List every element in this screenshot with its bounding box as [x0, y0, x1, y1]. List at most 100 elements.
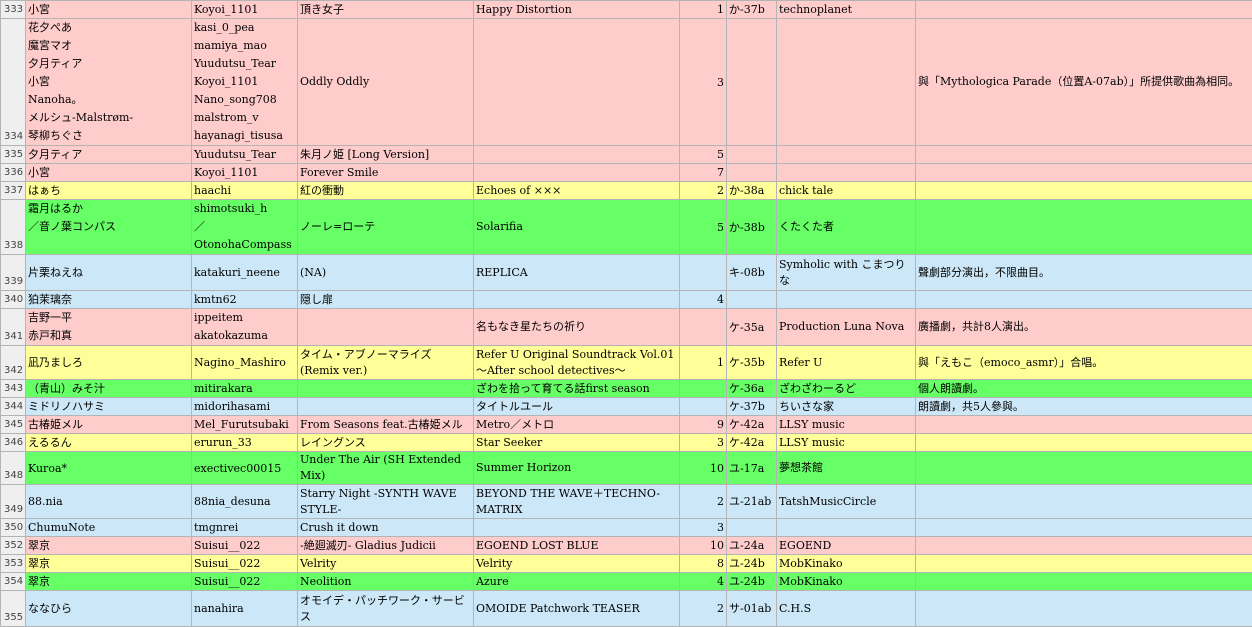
booth-cell[interactable]: ケ-42a [727, 416, 777, 434]
release-cell[interactable]: Azure [474, 573, 680, 591]
account-cell[interactable]: Suisui__022 [192, 555, 298, 573]
circle-cell[interactable]: くたくた者 [777, 200, 916, 255]
circle-cell[interactable]: EGOEND [777, 537, 916, 555]
account-cell[interactable]: Yuudutsu_Tear [192, 146, 298, 164]
note-cell[interactable] [916, 519, 1252, 537]
song-title-cell[interactable]: Neolition [298, 573, 474, 591]
song-title-cell[interactable]: 紅の衝動 [298, 182, 474, 200]
row-number-cell[interactable]: 342 [1, 346, 26, 380]
circle-cell[interactable]: Production Luna Nova [777, 309, 916, 346]
table-row[interactable]: 336小宮Koyoi_1101Forever Smile7 [1, 164, 1252, 182]
row-number-cell[interactable]: 339 [1, 255, 26, 291]
artist-cell[interactable]: 88.nia [26, 485, 192, 519]
account-cell[interactable]: exectivec00015 [192, 452, 298, 485]
table-row[interactable]: 350ChumuNotetmgnreiCrush it down3 [1, 519, 1252, 537]
table-row[interactable]: 339片栗ねえねkatakuri_neene(NA)REPLICAキ-08bSy… [1, 255, 1252, 291]
table-row[interactable]: 334花夕ぺあ 魔宮マオ 夕月ティア 小宮 Nanoha。 メルシュ-Malst… [1, 19, 1252, 146]
note-cell[interactable] [916, 416, 1252, 434]
note-cell[interactable]: 朗讀劇，共5人參與。 [916, 398, 1252, 416]
row-number-cell[interactable]: 341 [1, 309, 26, 346]
song-title-cell[interactable]: Forever Smile [298, 164, 474, 182]
row-number-cell[interactable]: 343 [1, 380, 26, 398]
booth-cell[interactable]: か-38b [727, 200, 777, 255]
account-cell[interactable]: midorihasami [192, 398, 298, 416]
table-row[interactable]: 354翠京Suisui__022NeolitionAzure4ユ-24bMobK… [1, 573, 1252, 591]
count-cell[interactable]: 2 [680, 485, 727, 519]
row-number-cell[interactable]: 334 [1, 19, 26, 146]
count-cell[interactable] [680, 398, 727, 416]
circle-cell[interactable]: LLSY music [777, 434, 916, 452]
account-cell[interactable]: Suisui__022 [192, 573, 298, 591]
release-cell[interactable]: Happy Distortion [474, 1, 680, 19]
circle-cell[interactable]: C.H.S [777, 591, 916, 627]
note-cell[interactable] [916, 573, 1252, 591]
account-cell[interactable]: Koyoi_1101 [192, 164, 298, 182]
booth-cell[interactable]: サ-01ab [727, 591, 777, 627]
account-cell[interactable]: Suisui__022 [192, 537, 298, 555]
artist-cell[interactable]: 花夕ぺあ 魔宮マオ 夕月ティア 小宮 Nanoha。 メルシュ-Malstrøm… [26, 19, 192, 146]
note-cell[interactable] [916, 537, 1252, 555]
row-number-cell[interactable]: 355 [1, 591, 26, 627]
release-cell[interactable] [474, 146, 680, 164]
account-cell[interactable]: tmgnrei [192, 519, 298, 537]
artist-cell[interactable]: 片栗ねえね [26, 255, 192, 291]
account-cell[interactable]: Koyoi_1101 [192, 1, 298, 19]
circle-cell[interactable] [777, 519, 916, 537]
table-row[interactable]: 346えるるんerurun_33レイングンスStar Seeker3ケ-42aL… [1, 434, 1252, 452]
artist-cell[interactable]: 翠京 [26, 537, 192, 555]
circle-cell[interactable] [777, 146, 916, 164]
count-cell[interactable]: 2 [680, 182, 727, 200]
row-number-cell[interactable]: 340 [1, 291, 26, 309]
artist-cell[interactable]: （青山）みそ汁 [26, 380, 192, 398]
artist-cell[interactable]: 小宮 [26, 1, 192, 19]
count-cell[interactable] [680, 380, 727, 398]
song-title-cell[interactable]: (NA) [298, 255, 474, 291]
note-cell[interactable]: 與「Mythologica Parade（位置A-07ab）」所提供歌曲為相同。 [916, 19, 1252, 146]
count-cell[interactable]: 10 [680, 537, 727, 555]
table-row[interactable]: 341吉野一平 赤戸和真ippeitem akatokazuma名もなき星たちの… [1, 309, 1252, 346]
circle-cell[interactable]: MobKinako [777, 555, 916, 573]
booth-cell[interactable]: キ-08b [727, 255, 777, 291]
release-cell[interactable]: Echoes of ××× [474, 182, 680, 200]
song-title-cell[interactable] [298, 380, 474, 398]
account-cell[interactable]: erurun_33 [192, 434, 298, 452]
booth-cell[interactable]: ケ-36a [727, 380, 777, 398]
table-row[interactable]: 333小宮Koyoi_1101頂き女子Happy Distortion1か-37… [1, 1, 1252, 19]
table-row[interactable]: 343（青山）みそ汁mitirakaraざわを拾って育てる話first seas… [1, 380, 1252, 398]
table-row[interactable]: 340狛茉璃奈kmtn62隠し扉4 [1, 291, 1252, 309]
table-row[interactable]: 355ななひらnanahiraオモイデ・パッチワーク・サービスOMOIDE Pa… [1, 591, 1252, 627]
count-cell[interactable]: 4 [680, 573, 727, 591]
circle-cell[interactable]: technoplanet [777, 1, 916, 19]
account-cell[interactable]: 88nia_desuna [192, 485, 298, 519]
table-row[interactable]: 348Kuroa*exectivec00015Under The Air (SH… [1, 452, 1252, 485]
note-cell[interactable]: 聲劇部分演出，不限曲目。 [916, 255, 1252, 291]
booth-cell[interactable]: か-37b [727, 1, 777, 19]
account-cell[interactable]: ippeitem akatokazuma [192, 309, 298, 346]
count-cell[interactable]: 2 [680, 591, 727, 627]
circle-cell[interactable] [777, 19, 916, 146]
artist-cell[interactable]: ななひら [26, 591, 192, 627]
song-title-cell[interactable]: From Seasons feat.古椿姫メル [298, 416, 474, 434]
count-cell[interactable]: 5 [680, 200, 727, 255]
artist-cell[interactable]: 狛茉璃奈 [26, 291, 192, 309]
booth-cell[interactable] [727, 19, 777, 146]
count-cell[interactable]: 8 [680, 555, 727, 573]
note-cell[interactable] [916, 164, 1252, 182]
release-cell[interactable]: OMOIDE Patchwork TEASER [474, 591, 680, 627]
count-cell[interactable] [680, 309, 727, 346]
table-row[interactable]: 337はぁちhaachi紅の衝動Echoes of ×××2か-38achick… [1, 182, 1252, 200]
song-title-cell[interactable]: オモイデ・パッチワーク・サービス [298, 591, 474, 627]
circle-cell[interactable]: ざわざわーるど [777, 380, 916, 398]
circle-cell[interactable] [777, 291, 916, 309]
note-cell[interactable] [916, 146, 1252, 164]
song-title-cell[interactable]: Oddly Oddly [298, 19, 474, 146]
song-title-cell[interactable]: 隠し扉 [298, 291, 474, 309]
circle-cell[interactable]: Refer U [777, 346, 916, 380]
artist-cell[interactable]: Kuroa* [26, 452, 192, 485]
note-cell[interactable] [916, 434, 1252, 452]
release-cell[interactable]: Solarifia [474, 200, 680, 255]
table-row[interactable]: 338霜月はるか ／音ノ葉コンパスshimotsuki_h ／OtonohaCo… [1, 200, 1252, 255]
artist-cell[interactable]: えるるん [26, 434, 192, 452]
count-cell[interactable]: 5 [680, 146, 727, 164]
account-cell[interactable]: Mel_Furutsubaki [192, 416, 298, 434]
